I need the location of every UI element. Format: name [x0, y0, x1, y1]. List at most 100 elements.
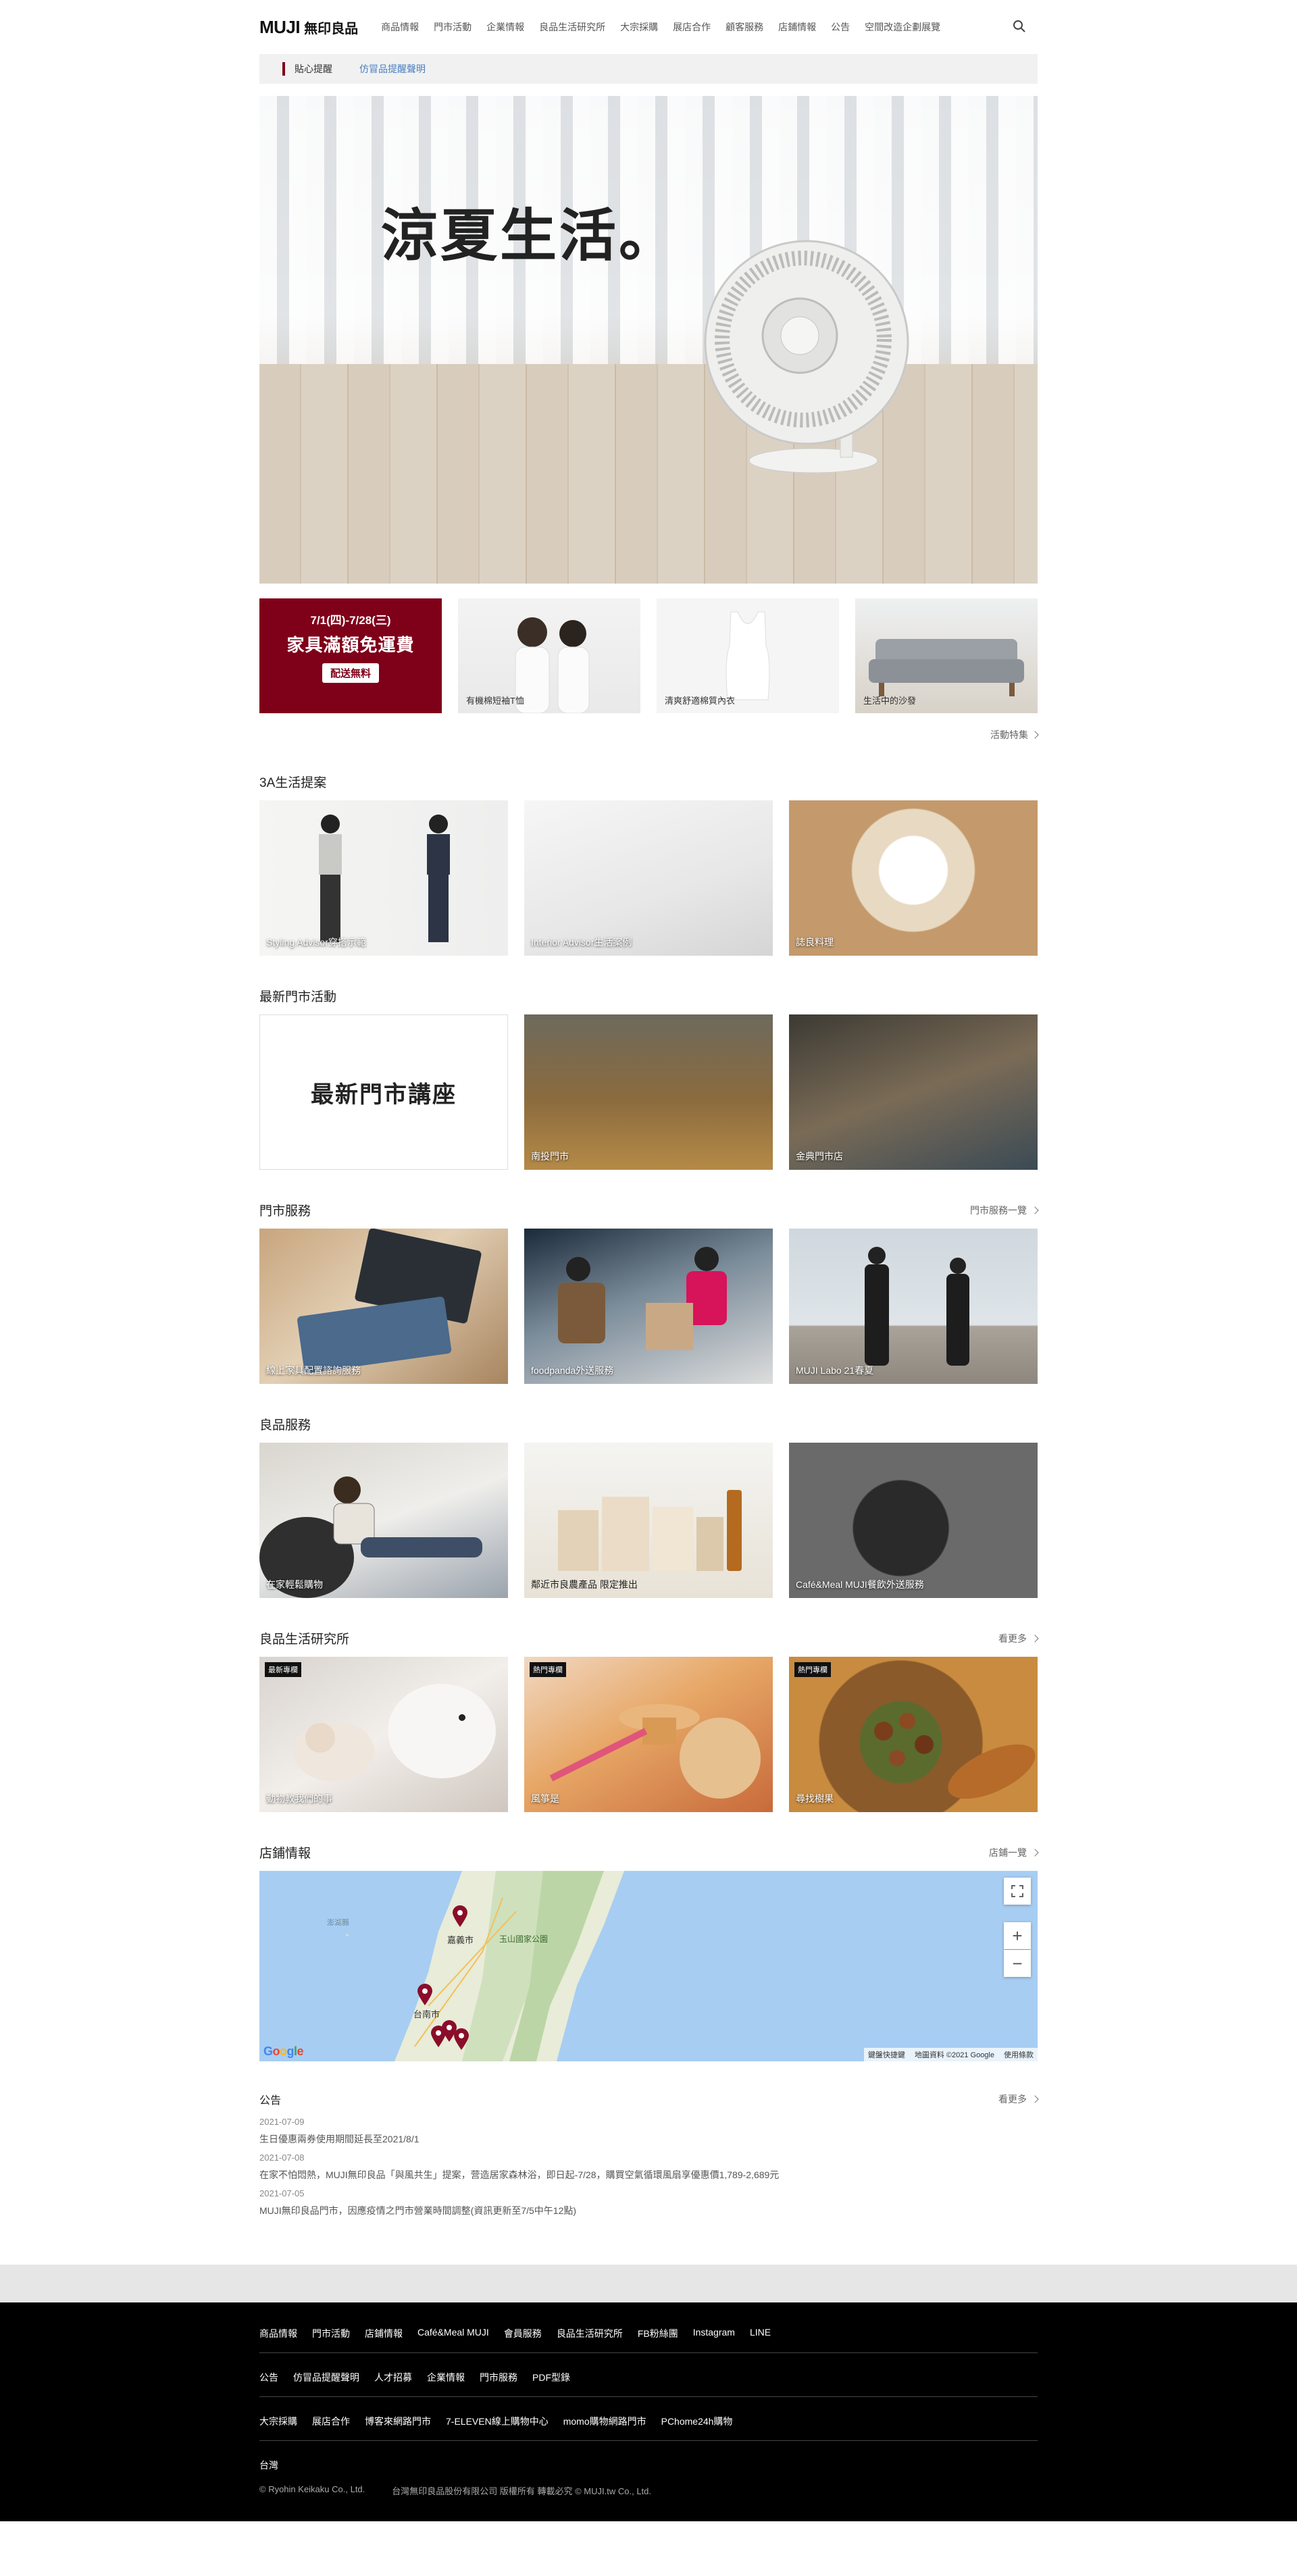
card-caption: Styling Advisor穿搭示範: [266, 937, 366, 948]
footer-link[interactable]: momo購物網路門市: [563, 2415, 646, 2428]
footer-link[interactable]: 仿冒品提醒聲明: [293, 2371, 359, 2384]
region-link[interactable]: 台灣: [259, 2458, 278, 2472]
footer-link[interactable]: 良品生活研究所: [557, 2327, 623, 2340]
footer-link[interactable]: 會員服務: [504, 2327, 542, 2340]
footer-link[interactable]: 門市活動: [312, 2327, 350, 2340]
footer-row-region: 台灣: [259, 2441, 1038, 2484]
store-pin-icon[interactable]: [416, 1983, 434, 2006]
card-store-lecture[interactable]: 最新門市講座: [259, 1014, 508, 1170]
card-home-shopping[interactable]: 在家輕鬆購物: [259, 1443, 508, 1598]
zoom-in-icon[interactable]: +: [1004, 1922, 1031, 1949]
card-muji-labo[interactable]: MUJI Labo 21春夏: [789, 1229, 1038, 1384]
footer-link[interactable]: Instagram: [693, 2327, 735, 2340]
store-map[interactable]: 嘉義市 台南市 玉山國家公園 澎湖縣 + − Google 鍵盤快捷鍵 地圖資料…: [259, 1871, 1038, 2061]
footer-link[interactable]: Café&Meal MUJI: [417, 2327, 489, 2340]
promo-sofa[interactable]: 生活中的沙發: [855, 598, 1038, 713]
footer-link[interactable]: PChome24h購物: [661, 2415, 733, 2428]
card-jinxin-store[interactable]: 金典門市店: [789, 1014, 1038, 1170]
card-caption: 動物教我們的事: [266, 1793, 332, 1804]
card-nantou-store[interactable]: 南投門市: [524, 1014, 773, 1170]
card-recipe[interactable]: 誌良料理: [789, 800, 1038, 956]
nav-item-franchise[interactable]: 展店合作: [673, 20, 711, 34]
lab-more-link[interactable]: 看更多: [998, 1632, 1039, 1645]
muji-logo[interactable]: MUJI 無印良品: [259, 17, 358, 38]
card-local-farm-products[interactable]: 鄰近市良農產品 限定推出: [524, 1443, 773, 1598]
wooden-toy-image: [549, 1704, 761, 1799]
card-styling-advisor[interactable]: Styling Advisor穿搭示範: [259, 800, 508, 956]
map-terms-link[interactable]: 使用條款: [1004, 2049, 1034, 2060]
hero-title: 涼夏生活。: [381, 203, 679, 269]
card-online-furniture-consult[interactable]: 線上家具配置諮詢服務: [259, 1229, 508, 1384]
fullscreen-icon[interactable]: [1004, 1878, 1031, 1905]
stores-more-link[interactable]: 店鋪一覽: [989, 1846, 1039, 1859]
nav-item-stores[interactable]: 店鋪情報: [778, 20, 816, 34]
footer-row-1: 商品情報 門市活動 店鋪情報 Café&Meal MUJI 會員服務 良品生活研…: [259, 2309, 1038, 2353]
hero-banner[interactable]: 涼夏生活。: [259, 96, 1038, 584]
store-pin-icon[interactable]: [453, 2028, 470, 2051]
card-lab-kite[interactable]: 熱門專欄 風箏是: [524, 1657, 773, 1812]
notice-label: 貼心提醒: [295, 63, 332, 74]
section-title: 最新門市活動: [259, 990, 337, 1004]
promo-badge: 配送無料: [322, 663, 379, 683]
footer-link[interactable]: 展店合作: [312, 2415, 350, 2428]
more-label: 店鋪一覽: [989, 1847, 1027, 1858]
footer-link[interactable]: FB粉絲團: [638, 2327, 678, 2340]
column-tag: 熱門專欄: [530, 1662, 566, 1677]
map-attribution: 鍵盤快捷鍵 地圖資料 ©2021 Google 使用條款: [863, 2048, 1038, 2061]
store-pin-icon[interactable]: [451, 1905, 469, 1928]
footer-link[interactable]: 大宗採購: [259, 2415, 297, 2428]
announcements-more-link[interactable]: 看更多: [998, 2092, 1039, 2106]
notice-accent: [282, 62, 285, 76]
footer-link[interactable]: 博客來網路門市: [365, 2415, 431, 2428]
nav-item-space-exhibit[interactable]: 空間改造企劃展覽: [865, 20, 940, 34]
taiwan-land: [338, 1871, 624, 2061]
footer-link[interactable]: 公告: [259, 2371, 278, 2384]
promo-date: 7/1(四)-7/28(三): [310, 614, 391, 627]
section-muji-lab: 良品生活研究所 看更多 最新專欄 動物教我們的事 熱門專欄 風箏是 熱門專欄 尋…: [259, 1629, 1039, 1812]
promo-main: 家具滿額免運費: [286, 635, 415, 655]
zoom-out-icon[interactable]: −: [1004, 1950, 1031, 1977]
promo-cotton-underwear[interactable]: 清爽舒適棉質內衣: [657, 598, 839, 713]
copyright-ryohin: © Ryohin Keikaku Co., Ltd.: [259, 2484, 365, 2494]
nav-item-lab[interactable]: 良品生活研究所: [539, 20, 605, 34]
foodpanda-image: [558, 1247, 727, 1350]
announcement-item[interactable]: 2021-07-09 生日優惠兩券使用期間延長至2021/8/1: [259, 2117, 1038, 2146]
map-shortcuts-link[interactable]: 鍵盤快捷鍵: [868, 2049, 905, 2060]
footer-link[interactable]: 人才招募: [374, 2371, 412, 2384]
card-lab-tree-nuts[interactable]: 熱門專欄 尋找樹果: [789, 1657, 1038, 1812]
card-cafe-meal-delivery[interactable]: Café&Meal MUJI餐飲外送服務: [789, 1443, 1038, 1598]
footer-link[interactable]: 商品情報: [259, 2327, 297, 2340]
footer-link[interactable]: LINE: [750, 2327, 771, 2340]
footer-link[interactable]: 門市服務: [480, 2371, 517, 2384]
card-interior-advisor[interactable]: Interior Advisor生活案例: [524, 800, 773, 956]
nav-item-store-events[interactable]: 門市活動: [434, 20, 472, 34]
section-3a-life: 3A生活提案 Styling Advisor穿搭示範 Interior Advi…: [259, 773, 1038, 956]
nav-item-products[interactable]: 商品情報: [381, 20, 419, 34]
home-shopping-image: [259, 1476, 482, 1598]
nav-item-bulk[interactable]: 大宗採購: [620, 20, 658, 34]
footer-link[interactable]: PDF型錄: [532, 2371, 570, 2384]
nav-item-company[interactable]: 企業情報: [486, 20, 524, 34]
notice-link[interactable]: 仿冒品提醒聲明: [359, 62, 426, 76]
section-title: 店鋪情報: [259, 1847, 311, 1861]
footer-link[interactable]: 7-ELEVEN線上購物中心: [446, 2415, 549, 2428]
announcement-text: 在家不怕悶熱，MUJI無印良品「與風共生」提案，营造居家森林浴，即日起-7/28…: [259, 2169, 780, 2180]
promo-organic-tshirt[interactable]: 有機棉短袖T恤: [458, 598, 640, 713]
nav-item-customer-service[interactable]: 顧客服務: [726, 20, 763, 34]
store-service-more-link[interactable]: 門市服務一覽: [970, 1204, 1039, 1217]
map-label-chiayi: 嘉義市: [447, 1935, 474, 1945]
search-icon[interactable]: [1011, 18, 1028, 35]
footer-link[interactable]: 企業情報: [427, 2371, 465, 2384]
card-caption: 誌良料理: [796, 937, 834, 948]
card-caption: 尋找樹果: [796, 1793, 834, 1804]
card-foodpanda[interactable]: foodpanda外送服務: [524, 1229, 773, 1384]
footer-link[interactable]: 店鋪情報: [365, 2327, 403, 2340]
circulator-fan-image: [704, 240, 909, 473]
map-label-yushan: 玉山國家公園: [499, 1934, 549, 1944]
announcement-item[interactable]: 2021-07-08 在家不怕悶熱，MUJI無印良品「與風共生」提案，营造居家森…: [259, 2153, 1038, 2182]
promo-more-link[interactable]: 活動特集: [259, 728, 1039, 742]
nav-item-announcements[interactable]: 公告: [831, 20, 850, 34]
announcement-item[interactable]: 2021-07-05 MUJI無印良品門市，因應疫情之門市營業時間調整(資訊更新…: [259, 2188, 1038, 2217]
promo-furniture-free-shipping[interactable]: 7/1(四)-7/28(三) 家具滿額免運費 配送無料: [259, 598, 442, 713]
card-lab-animals[interactable]: 最新專欄 動物教我們的事: [259, 1657, 508, 1812]
